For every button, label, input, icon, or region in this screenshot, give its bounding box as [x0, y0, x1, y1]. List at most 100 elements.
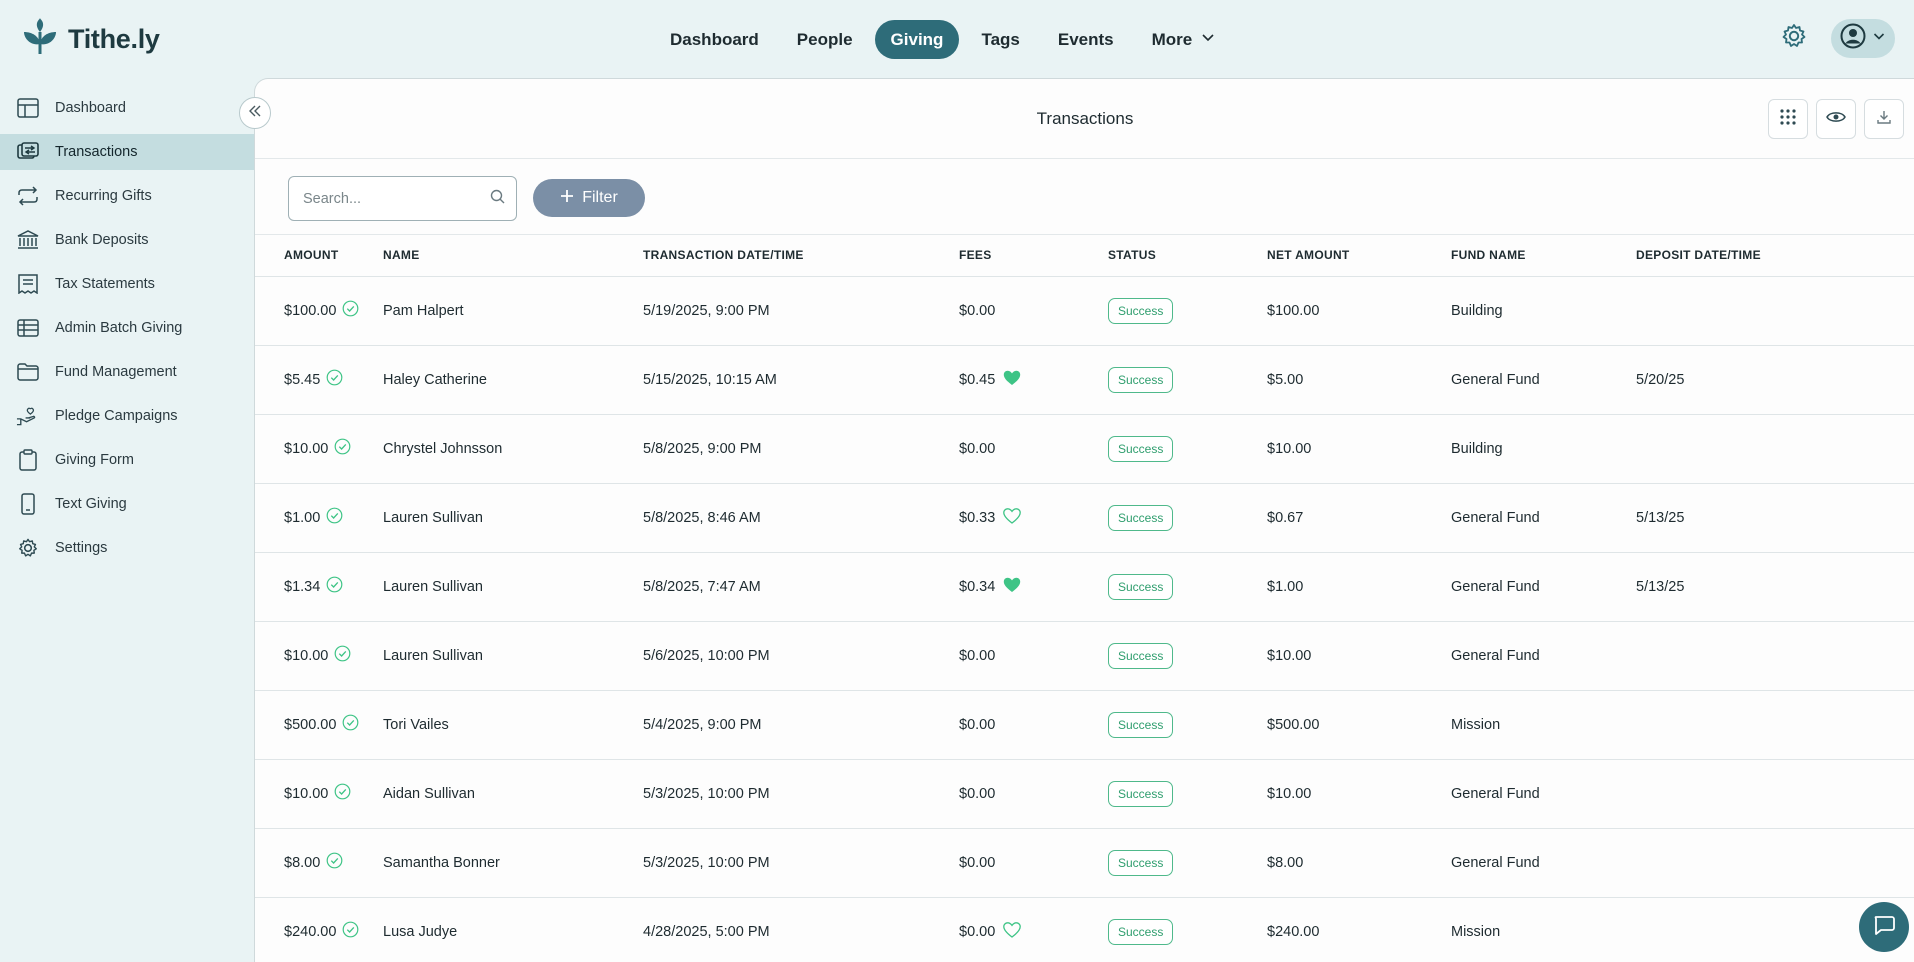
donor-name[interactable]: Lusa Judye: [383, 924, 457, 940]
donor-name[interactable]: Chrystel Johnsson: [383, 441, 502, 457]
donor-name[interactable]: Aidan Sullivan: [383, 786, 475, 802]
nav-item-tags[interactable]: Tags: [965, 20, 1035, 59]
donor-name[interactable]: Lauren Sullivan: [383, 510, 483, 526]
view-button[interactable]: [1816, 99, 1856, 139]
sidebar-item-label: Pledge Campaigns: [55, 408, 178, 424]
column-header-amount[interactable]: AMOUNT: [255, 235, 383, 277]
sidebar-item-bank-deposits[interactable]: Bank Deposits: [0, 222, 254, 258]
sidebar-item-label: Bank Deposits: [55, 232, 149, 248]
column-header-fund-name[interactable]: FUND NAME: [1451, 235, 1636, 277]
columns-button[interactable]: [1768, 99, 1808, 139]
sidebar-item-giving-form[interactable]: Giving Form: [0, 442, 254, 478]
table-row[interactable]: $10.00 Lauren Sullivan 5/6/2025, 10:00 PM $…: [255, 621, 1914, 691]
nav-item-giving[interactable]: Giving: [874, 20, 960, 59]
download-button[interactable]: [1864, 99, 1904, 139]
cell-net-amount: $1.00: [1267, 552, 1451, 622]
table-row[interactable]: $10.00 Chrystel Johnsson 5/8/2025, 9:00 PM…: [255, 414, 1914, 484]
chat-button[interactable]: [1859, 902, 1909, 952]
column-header-fees[interactable]: FEES: [959, 235, 1108, 277]
cell-status: Success: [1108, 690, 1267, 760]
cell-amount: $5.45: [255, 345, 383, 415]
cell-fees: $0.00: [959, 690, 1108, 760]
fees-value: $0.33: [959, 509, 996, 526]
table-toolbar: Filter: [255, 159, 1914, 235]
sidebar-item-transactions[interactable]: Transactions: [0, 134, 254, 170]
settings-button[interactable]: [1778, 22, 1810, 54]
table-row[interactable]: $8.00 Samantha Bonner 5/3/2025, 10:00 PM $0…: [255, 828, 1914, 898]
cell-fees: $0.34: [959, 552, 1108, 622]
cell-net-amount: $10.00: [1267, 414, 1451, 484]
table-row[interactable]: $1.34 Lauren Sullivan 5/8/2025, 7:47 AM $0.…: [255, 552, 1914, 622]
cell-deposit-date: 5/13/25: [1636, 483, 1914, 553]
gear-icon: [16, 537, 39, 560]
check-circle-icon: [326, 369, 343, 390]
column-header-net-amount[interactable]: NET AMOUNT: [1267, 235, 1451, 277]
filter-button[interactable]: Filter: [533, 179, 645, 217]
cell-fees: $0.00: [959, 414, 1108, 484]
heart-outline-icon: [1003, 921, 1022, 942]
donor-name[interactable]: Tori Vailes: [383, 717, 449, 733]
table-row[interactable]: $1.00 Lauren Sullivan 5/8/2025, 8:46 AM $0.…: [255, 483, 1914, 553]
cell-amount: $240.00: [255, 897, 383, 962]
search-input[interactable]: [303, 190, 490, 207]
check-circle-icon: [326, 507, 343, 528]
cell-deposit-date: 5/13/25: [1636, 552, 1914, 622]
amount-value: $10.00: [284, 647, 329, 664]
user-menu-button[interactable]: [1831, 19, 1895, 58]
column-header-transaction-date[interactable]: TRANSACTION DATE/TIME: [643, 235, 959, 277]
donor-name[interactable]: Haley Catherine: [383, 372, 487, 388]
cell-net-amount: $500.00: [1267, 690, 1451, 760]
bank-icon: [16, 229, 39, 252]
status-badge: Success: [1108, 642, 1174, 669]
cell-fees: $0.00: [959, 276, 1108, 346]
donor-name[interactable]: Pam Halpert: [383, 303, 464, 319]
column-header-deposit-date[interactable]: DEPOSIT DATE/TIME: [1636, 235, 1914, 277]
collapse-sidebar-button[interactable]: [239, 97, 271, 129]
column-header-status[interactable]: STATUS: [1108, 235, 1267, 277]
cell-amount: $1.34: [255, 552, 383, 622]
nav-item-people[interactable]: People: [781, 20, 869, 59]
check-circle-icon: [342, 300, 359, 321]
cell-status: Success: [1108, 414, 1267, 484]
cell-name: Lauren Sullivan: [383, 621, 643, 691]
cell-deposit-date: [1636, 828, 1914, 898]
fees-value: $0.00: [959, 716, 996, 733]
cell-fund-name: Building: [1451, 414, 1636, 484]
sidebar-item-fund-management[interactable]: Fund Management: [0, 354, 254, 390]
fees-value: $0.00: [959, 785, 996, 802]
table-row[interactable]: $500.00 Tori Vailes 5/4/2025, 9:00 PM $0.00…: [255, 690, 1914, 760]
column-header-name[interactable]: NAME: [383, 235, 643, 277]
heart-filled-icon: [1003, 370, 1021, 390]
fees-value: $0.00: [959, 854, 996, 871]
cell-amount: $10.00: [255, 414, 383, 484]
sidebar-item-label: Dashboard: [55, 100, 126, 116]
donor-name[interactable]: Samantha Bonner: [383, 855, 500, 871]
sidebar-item-settings[interactable]: Settings: [0, 530, 254, 566]
sidebar-item-dashboard[interactable]: Dashboard: [0, 90, 254, 126]
table-row[interactable]: $10.00 Aidan Sullivan 5/3/2025, 10:00 PM $0…: [255, 759, 1914, 829]
sidebar-item-text-giving[interactable]: Text Giving: [0, 486, 254, 522]
sidebar-item-pledge-campaigns[interactable]: Pledge Campaigns: [0, 398, 254, 434]
table-row[interactable]: $5.45 Haley Catherine 5/15/2025, 10:15 AM $…: [255, 345, 1914, 415]
table-row[interactable]: $100.00 Pam Halpert 5/19/2025, 9:00 PM $0.0…: [255, 276, 1914, 346]
sidebar-item-admin-batch-giving[interactable]: Admin Batch Giving: [0, 310, 254, 346]
nav-item-more[interactable]: More: [1136, 20, 1233, 59]
avatar-icon: [1840, 23, 1866, 54]
nav-item-dashboard[interactable]: Dashboard: [654, 20, 775, 59]
cell-status: Success: [1108, 345, 1267, 415]
nav-item-events[interactable]: Events: [1042, 20, 1130, 59]
donor-name[interactable]: Lauren Sullivan: [383, 579, 483, 595]
sidebar-item-tax-statements[interactable]: Tax Statements: [0, 266, 254, 302]
status-badge: Success: [1108, 573, 1174, 600]
table-row[interactable]: $240.00 Lusa Judye 4/28/2025, 5:00 PM $0.00…: [255, 897, 1914, 962]
hand-heart-icon: [16, 405, 39, 428]
status-badge: Success: [1108, 711, 1174, 738]
sidebar-item-recurring-gifts[interactable]: Recurring Gifts: [0, 178, 254, 214]
cell-status: Success: [1108, 621, 1267, 691]
table-body: $100.00 Pam Halpert 5/19/2025, 9:00 PM $0.0…: [255, 276, 1914, 962]
heart-outline-icon: [1003, 507, 1022, 528]
brand-logo[interactable]: Tithe.ly: [22, 17, 160, 58]
amount-value: $1.34: [284, 578, 321, 595]
donor-name[interactable]: Lauren Sullivan: [383, 648, 483, 664]
sidebar-item-label: Text Giving: [55, 496, 127, 512]
